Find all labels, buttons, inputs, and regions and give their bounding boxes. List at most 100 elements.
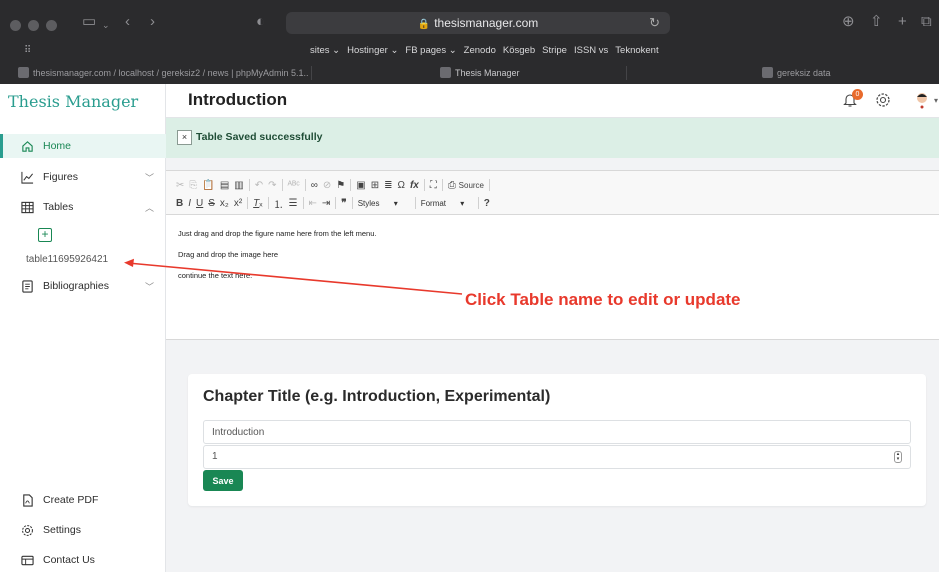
apps-grid-icon[interactable]: ⠿ bbox=[24, 45, 31, 56]
sidebar-item-tables[interactable]: Tables ︿ bbox=[0, 195, 166, 219]
numbered-list-icon[interactable]: ⒈ bbox=[274, 196, 284, 211]
superscript-icon[interactable]: x² bbox=[234, 198, 242, 209]
chevron-up-icon[interactable]: ︿ bbox=[145, 201, 154, 214]
italic-icon[interactable]: I bbox=[188, 198, 191, 209]
styles-dropdown[interactable]: Styles ▾ bbox=[358, 199, 410, 208]
unlink-icon[interactable]: ⊘ bbox=[323, 180, 331, 191]
back-icon[interactable]: ‹ bbox=[125, 12, 130, 32]
cut-icon[interactable]: ✂ bbox=[176, 180, 184, 191]
number-spinner-icon[interactable]: ▴ ▾ bbox=[894, 451, 902, 463]
sidebar-item-settings[interactable]: Settings bbox=[0, 518, 166, 542]
toolbar-separator bbox=[350, 179, 352, 191]
bookmark-hostinger[interactable]: Hostinger ⌄ bbox=[347, 45, 398, 56]
phpmyadmin-favicon-icon bbox=[18, 67, 29, 78]
save-button[interactable]: Save bbox=[203, 470, 243, 491]
forward-icon[interactable]: › bbox=[150, 12, 155, 32]
undo-icon[interactable]: ↶ bbox=[255, 180, 263, 191]
table-insert-icon[interactable]: ⊞ bbox=[371, 180, 379, 191]
chevron-down-icon[interactable]: ﹀ bbox=[145, 280, 154, 293]
redo-icon[interactable]: ↷ bbox=[268, 180, 276, 191]
special-char-icon[interactable]: Ω bbox=[397, 180, 404, 191]
pdf-icon bbox=[20, 493, 34, 507]
anchor-flag-icon[interactable]: ⚑ bbox=[336, 180, 345, 191]
toolbar-separator bbox=[302, 197, 304, 209]
formula-icon[interactable]: fx bbox=[410, 180, 419, 191]
paste-word-icon[interactable]: ▥ bbox=[234, 180, 243, 191]
browser-tabs: thesismanager.com / localhost / gereksiz… bbox=[0, 62, 939, 84]
maximize-icon[interactable]: ⛶ bbox=[430, 180, 437, 191]
zoom-window-button[interactable] bbox=[46, 20, 57, 31]
chevron-down-icon[interactable]: ⌄ bbox=[102, 15, 110, 35]
editor-paragraph[interactable]: Drag and drop the image here bbox=[178, 250, 376, 261]
image-icon[interactable]: ▣ bbox=[356, 180, 365, 191]
chapter-title-input[interactable] bbox=[203, 420, 911, 444]
blockquote-icon[interactable]: ❞ bbox=[341, 198, 346, 209]
help-icon[interactable]: ? bbox=[484, 198, 490, 209]
sidebar-item-create-pdf[interactable]: Create PDF bbox=[0, 488, 166, 512]
bookmark-fb-pages[interactable]: FB pages ⌄ bbox=[405, 45, 456, 56]
bookmark-issn[interactable]: ISSN vs bbox=[574, 45, 608, 56]
horizontal-line-icon[interactable]: ≣ bbox=[384, 180, 392, 191]
chevron-down-icon[interactable]: ﹀ bbox=[145, 171, 154, 184]
bookmark-teknokent[interactable]: Teknokent bbox=[615, 45, 658, 56]
spellcheck-icon[interactable]: ᴬᴮᶜ bbox=[288, 180, 300, 191]
sidebar-item-label: Home bbox=[43, 140, 72, 152]
bookmarks-bar: ⠿ sites ⌄ Hostinger ⌄ FB pages ⌄ Zenodo … bbox=[0, 42, 939, 60]
close-alert-button[interactable]: × bbox=[177, 130, 192, 145]
bookmark-kosgeb[interactable]: Kösgeb bbox=[503, 45, 535, 56]
subscript-icon[interactable]: x₂ bbox=[220, 198, 229, 209]
reload-icon[interactable]: ↻ bbox=[649, 12, 660, 34]
brand-logo[interactable]: Thesis Manager bbox=[8, 92, 138, 111]
remove-format-icon[interactable]: Tₓ bbox=[253, 198, 262, 209]
link-icon[interactable]: ∞ bbox=[311, 180, 318, 191]
toolbar-separator bbox=[351, 197, 353, 209]
bulleted-list-icon[interactable]: ☰ bbox=[289, 198, 298, 209]
strikethrough-icon[interactable]: S bbox=[208, 198, 215, 209]
tab-thesis-manager[interactable]: Thesis Manager bbox=[440, 62, 560, 84]
minimize-window-button[interactable] bbox=[28, 20, 39, 31]
bookmark-sites[interactable]: sites ⌄ bbox=[310, 45, 340, 56]
chapter-heading: Chapter Title (e.g. Introduction, Experi… bbox=[203, 388, 551, 405]
browser-chrome: ▭ ⌄ ‹ › ◐ 🔒 thesismanager.com ↻ ⊕ ⇧ + ⧉ ⠿… bbox=[0, 0, 939, 84]
bookmark-zenodo[interactable]: Zenodo bbox=[464, 45, 496, 56]
table-entry-link[interactable]: table11695926421 bbox=[26, 254, 108, 265]
chapter-order-input[interactable]: 1 ▴ ▾ bbox=[203, 445, 911, 469]
tab-gereksiz-data[interactable]: gereksiz data bbox=[762, 62, 882, 84]
tab-overview-icon[interactable]: ⧉ bbox=[921, 12, 932, 32]
outdent-icon[interactable]: ⇤ bbox=[309, 198, 317, 209]
tab-phpmyadmin[interactable]: thesismanager.com / localhost / gereksiz… bbox=[18, 62, 308, 84]
editor-content[interactable]: Just drag and drop the figure name here … bbox=[178, 229, 376, 292]
sidebar-item-figures[interactable]: Figures ﹀ bbox=[0, 165, 166, 189]
sidebar-item-bibliographies[interactable]: Bibliographies ﹀ bbox=[0, 274, 166, 298]
sidebar-item-contact-us[interactable]: Contact Us bbox=[0, 548, 166, 572]
downloads-icon[interactable]: ⊕ bbox=[842, 12, 855, 32]
gear-icon[interactable] bbox=[875, 92, 891, 113]
sidebar-toggle-icon[interactable]: ▭ bbox=[82, 12, 96, 32]
add-table-icon[interactable]: + bbox=[38, 228, 52, 242]
avatar[interactable] bbox=[914, 91, 930, 109]
sidebar-item-home[interactable]: Home bbox=[0, 134, 166, 158]
new-tab-icon[interactable]: + bbox=[898, 12, 907, 32]
toolbar-separator bbox=[304, 179, 306, 191]
dropdown-arrow-icon: ▾ bbox=[460, 198, 465, 208]
editor-paragraph[interactable]: continue the text here. bbox=[178, 271, 376, 282]
bold-icon[interactable]: B bbox=[176, 198, 183, 209]
address-bar[interactable]: 🔒 thesismanager.com ↻ bbox=[286, 12, 670, 34]
share-icon[interactable]: ⇧ bbox=[870, 12, 883, 32]
chevron-down-icon[interactable]: ▾ bbox=[934, 96, 938, 105]
source-button[interactable]: ⎙ Source bbox=[448, 180, 484, 191]
paste-icon[interactable]: 📋 bbox=[202, 180, 214, 191]
bookmark-stripe[interactable]: Stripe bbox=[542, 45, 567, 56]
top-bar: Introduction 0 ▾ bbox=[166, 84, 939, 118]
privacy-shield-icon[interactable]: ◐ bbox=[256, 12, 265, 32]
toolbar-separator bbox=[414, 197, 416, 209]
toolbar-separator bbox=[248, 179, 250, 191]
lock-icon: 🔒 bbox=[417, 19, 431, 30]
close-window-button[interactable] bbox=[10, 20, 21, 31]
paste-text-icon[interactable]: ▤ bbox=[220, 180, 229, 191]
editor-paragraph[interactable]: Just drag and drop the figure name here … bbox=[178, 229, 376, 240]
copy-icon[interactable]: ⎘ bbox=[189, 180, 197, 191]
indent-icon[interactable]: ⇥ bbox=[322, 198, 330, 209]
format-dropdown[interactable]: Format ▾ bbox=[421, 199, 473, 208]
underline-icon[interactable]: U bbox=[196, 198, 203, 209]
